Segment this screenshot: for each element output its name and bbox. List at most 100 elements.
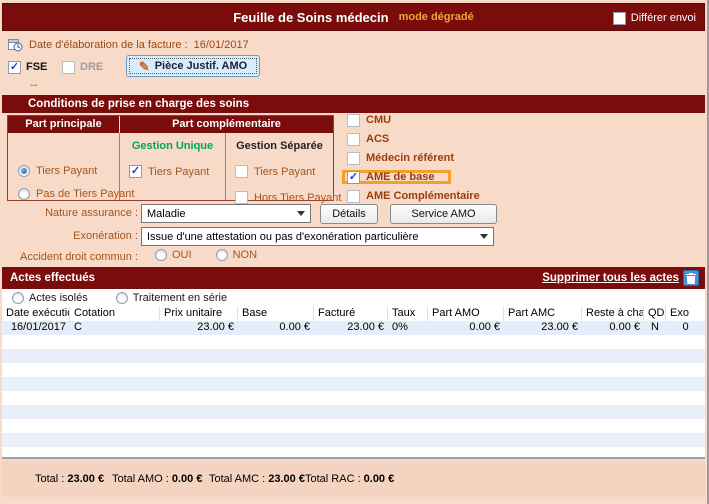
coverage-flags: CMU ACS Médecin référent AME de base AME… — [342, 113, 497, 208]
cell-exo: 0 — [666, 321, 705, 335]
invoice-date-label: Date d'élaboration de la facture : — [29, 39, 188, 51]
exoneration-label: Exonération : — [3, 230, 138, 242]
accident-droit-commun-label: Accident droit commun : — [3, 251, 138, 263]
radio[interactable] — [155, 249, 167, 261]
actes-mode-radios: Actes isolés Traitement en série — [2, 289, 705, 306]
gestion-unique-tiers-payant-checkbox[interactable]: Tiers Payant — [129, 165, 209, 178]
checkbox[interactable] — [129, 165, 142, 178]
gestion-separee-title: Gestion Séparée — [226, 140, 333, 152]
radio[interactable] — [216, 249, 228, 261]
title-bar: Feuille de Soins médecin mode dégradé Di… — [2, 3, 705, 31]
gestion-separee-hors-tiers-payant-checkbox[interactable]: Hors Tiers Payant — [235, 191, 341, 204]
actes-section-title: Actes effectués — [10, 267, 95, 289]
medecin-referent-checkbox[interactable]: Médecin référent — [342, 151, 471, 165]
col-header: Prix unitaire — [160, 306, 238, 321]
accident-droit-commun-options: OUI NON — [155, 249, 257, 261]
acts-table: Date exécution Cotation Prix unitaire Ba… — [2, 306, 705, 459]
chevron-down-icon — [297, 211, 305, 216]
checkbox[interactable] — [613, 12, 626, 25]
col-header: Exo — [666, 306, 705, 321]
part-complementaire-header: Part complémentaire — [120, 116, 333, 133]
fse-checkbox[interactable]: FSE — [8, 61, 62, 74]
cell-part-amo: 0.00 € — [428, 321, 504, 335]
total-amc: Total AMC :23.00 € — [209, 473, 305, 485]
dre-label: DRE — [80, 61, 103, 73]
col-header: QD — [644, 306, 666, 321]
fse-label: FSE — [26, 61, 47, 73]
delete-all-acts-link[interactable]: Supprimer tous les actes — [542, 267, 679, 289]
col-header: Base — [238, 306, 314, 321]
radio[interactable] — [116, 292, 128, 304]
table-row[interactable]: 16/01/2017 C 23.00 € 0.00 € 23.00 € 0% 0… — [2, 321, 705, 335]
invoice-date-value: 16/01/2017 — [194, 39, 249, 51]
chevron-down-icon — [480, 234, 488, 239]
radio-actes-isoles[interactable]: Actes isolés — [12, 292, 88, 304]
checkbox[interactable] — [62, 61, 75, 74]
total: Total :23.00 € — [35, 473, 104, 485]
radio[interactable] — [18, 165, 30, 177]
mode-degrade-badge: mode dégradé — [399, 11, 474, 23]
conditions-section-header: Conditions de prise en charge des soins — [2, 95, 705, 113]
defer-send-label: Différer envoi — [631, 12, 696, 24]
acs-checkbox[interactable]: ACS — [342, 132, 406, 146]
delete-all-acts: Supprimer tous les actes — [542, 267, 699, 289]
part-principale-header: Part principale — [8, 116, 120, 133]
defer-send-checkbox[interactable]: Différer envoi — [613, 4, 696, 32]
exoneration-select[interactable]: Issue d'une attestation ou pas d'exonéra… — [141, 227, 494, 246]
calendar-clock-icon[interactable] — [8, 37, 23, 52]
cmu-checkbox[interactable]: CMU — [342, 113, 408, 127]
cell-reste-a-charge: 0.00 € — [582, 321, 644, 335]
col-header: Facturé — [314, 306, 388, 321]
trash-icon[interactable] — [683, 270, 699, 286]
checkbox[interactable] — [347, 171, 360, 184]
radio-non[interactable]: NON — [216, 249, 257, 261]
total-amo: Total AMO :0.00 € — [112, 473, 202, 485]
col-header: Date exécution — [2, 306, 70, 321]
page-title: Feuille de Soins médecin — [233, 10, 388, 25]
radio-oui[interactable]: OUI — [155, 249, 192, 261]
col-header: Cotation — [70, 306, 160, 321]
piece-justif-amo-button[interactable]: ✎ Pièce Justif. AMO — [126, 55, 260, 77]
col-header: Reste à charge — [582, 306, 644, 321]
checkbox[interactable] — [8, 61, 21, 74]
transmission-row: FSE DRE ✎ Pièce Justif. AMO — [8, 57, 103, 77]
nature-assurance-label: Nature assurance : — [3, 207, 138, 219]
acts-table-header: Date exécution Cotation Prix unitaire Ba… — [2, 306, 705, 321]
part-principale-cell: Tiers Payant Pas de Tiers Payant — [8, 133, 120, 200]
gestion-unique-cell: Gestion Unique Tiers Payant — [120, 133, 226, 200]
checkbox[interactable] — [235, 165, 248, 178]
col-header: Taux — [388, 306, 428, 321]
dre-checkbox[interactable]: DRE — [62, 61, 103, 74]
payment-parts-table: Part principale Part complémentaire Tier… — [7, 115, 334, 201]
ame-de-base-checkbox[interactable]: AME de base — [342, 170, 451, 184]
invoice-date-row: Date d'élaboration de la facture : 16/01… — [8, 37, 249, 52]
dashes-text: -- — [30, 79, 37, 91]
gestion-separee-cell: Gestion Séparée Tiers Payant Hors Tiers … — [226, 133, 333, 200]
radio-tiers-payant[interactable]: Tiers Payant — [18, 165, 97, 177]
radio[interactable] — [12, 292, 24, 304]
nature-assurance-select[interactable]: Maladie — [141, 204, 311, 223]
cell-taux: 0% — [388, 321, 428, 335]
checkbox[interactable] — [235, 191, 248, 204]
total-rac: Total RAC :0.00 € — [305, 473, 394, 485]
checkbox[interactable] — [347, 152, 360, 165]
col-header: Part AMO — [428, 306, 504, 321]
actes-section-header: Actes effectués Supprimer tous les actes — [2, 267, 705, 289]
details-button[interactable]: Détails — [320, 204, 378, 224]
cell-date-execution: 16/01/2017 — [2, 321, 70, 335]
radio-traitement-en-serie[interactable]: Traitement en série — [116, 292, 227, 304]
checkbox[interactable] — [347, 190, 360, 203]
checkbox[interactable] — [347, 133, 360, 146]
service-amo-button[interactable]: Service AMO — [390, 204, 497, 224]
radio-pas-de-tiers-payant[interactable]: Pas de Tiers Payant — [18, 188, 134, 200]
cell-part-amc: 23.00 € — [504, 321, 582, 335]
empty-rows-area — [2, 335, 705, 457]
gestion-unique-title: Gestion Unique — [120, 140, 225, 152]
gestion-separee-tiers-payant-checkbox[interactable]: Tiers Payant — [235, 165, 315, 178]
radio[interactable] — [18, 188, 30, 200]
checkbox[interactable] — [347, 114, 360, 127]
cell-qd: N — [644, 321, 666, 335]
cell-prix-unitaire: 23.00 € — [160, 321, 238, 335]
cell-cotation: C — [70, 321, 160, 335]
ame-complementaire-checkbox[interactable]: AME Complémentaire — [342, 189, 497, 203]
